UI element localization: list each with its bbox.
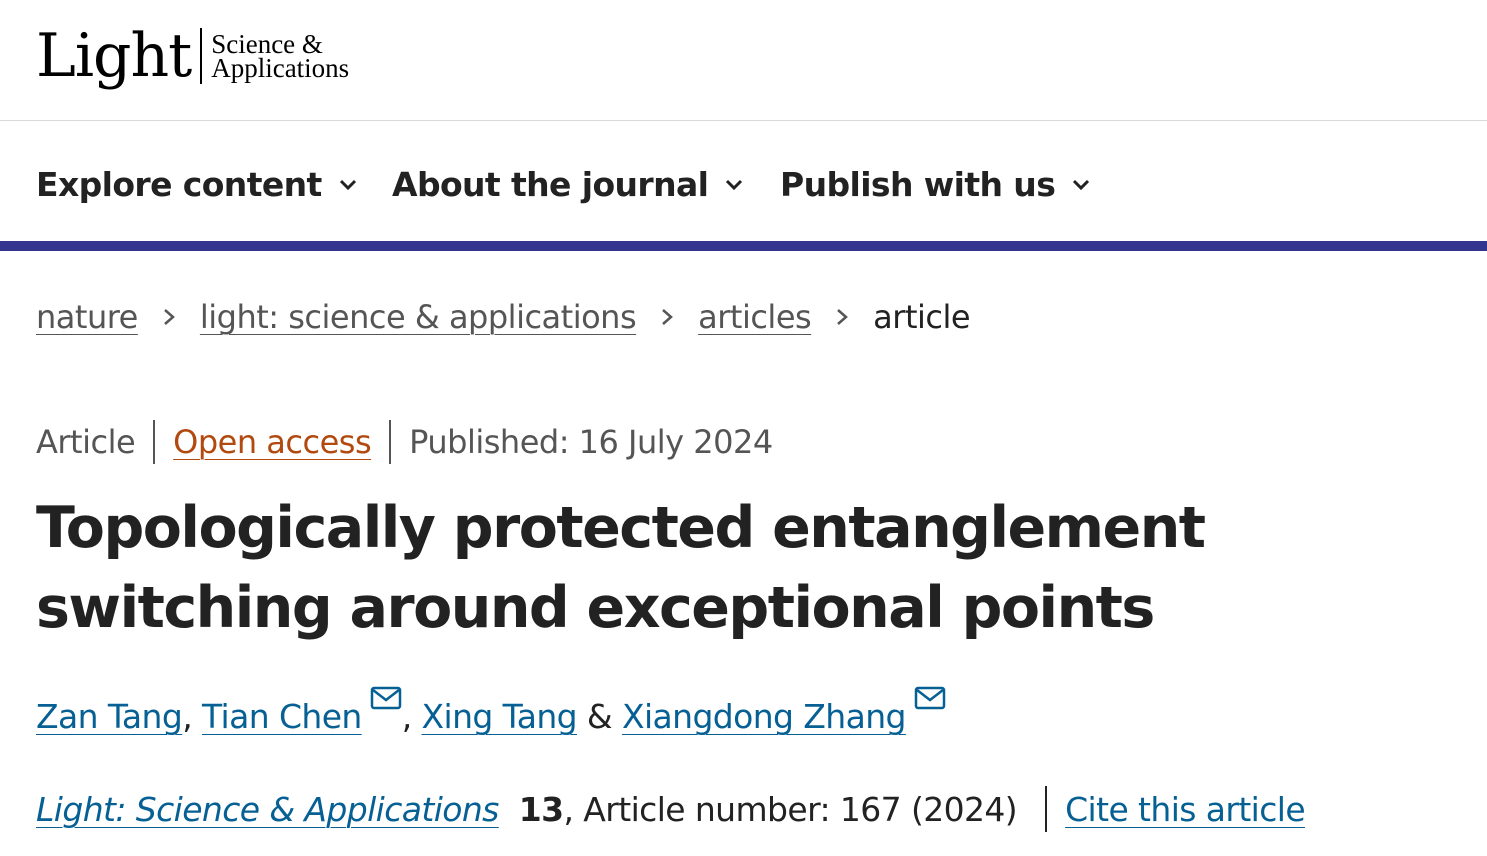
- author-link[interactable]: Tian Chen: [202, 697, 362, 736]
- breadcrumb-current: article: [873, 298, 971, 336]
- author-separator: &: [577, 697, 622, 736]
- nav-item-label: Publish with us: [780, 165, 1056, 204]
- article-meta: Article Open access Published: 16 July 2…: [36, 420, 773, 464]
- article-number: , Article number: 167 (2024): [563, 789, 1018, 829]
- nav-item-label: About the journal: [392, 165, 709, 204]
- nav-about-journal[interactable]: About the journal: [392, 165, 746, 204]
- chevron-down-icon: [726, 179, 743, 190]
- nav-publish-with-us[interactable]: Publish with us: [780, 165, 1093, 204]
- author-link[interactable]: Xiangdong Zhang: [622, 697, 907, 736]
- chevron-right-icon: [837, 309, 849, 325]
- chevron-down-icon: [339, 179, 356, 190]
- citation-divider: [1045, 786, 1048, 832]
- chevron-down-icon: [1073, 179, 1090, 190]
- journal-logo[interactable]: Light Science & Applications: [36, 26, 349, 98]
- logo-subtitle: Science & Applications: [211, 31, 350, 83]
- article-type: Article: [36, 423, 136, 461]
- journal-link[interactable]: Light: Science & Applications: [36, 790, 499, 829]
- logo-sub-line-2: Applications: [211, 53, 350, 83]
- open-access-link[interactable]: Open access: [173, 423, 371, 461]
- breadcrumb: nature light: science & applications art…: [36, 298, 971, 336]
- chevron-right-icon: [164, 309, 175, 325]
- chevron-right-icon: [662, 309, 674, 325]
- meta-divider: [153, 420, 156, 464]
- published-date: Published: 16 July 2024: [409, 423, 773, 461]
- mail-icon[interactable]: [370, 686, 402, 710]
- logo-main-text: Light: [36, 21, 192, 91]
- author-separator: ,: [182, 697, 202, 736]
- mail-icon[interactable]: [914, 686, 946, 710]
- author-separator: ,: [401, 697, 422, 736]
- logo-divider: [200, 28, 203, 84]
- nav-item-label: Explore content: [36, 165, 322, 204]
- main-nav: Explore content About the journal Publis…: [0, 121, 1487, 241]
- meta-divider: [389, 420, 392, 464]
- author-link[interactable]: Xing Tang: [422, 697, 578, 736]
- breadcrumb-link-articles[interactable]: articles: [698, 298, 812, 336]
- cite-this-article-link[interactable]: Cite this article: [1065, 790, 1306, 829]
- author-list: Zan Tang, Tian Chen, Xing Tang & Xiangdo…: [36, 686, 946, 736]
- citation-line: Light: Science & Applications 13, Articl…: [36, 786, 1306, 832]
- volume-number: 13: [518, 789, 564, 829]
- nav-accent-bar: [0, 241, 1487, 251]
- breadcrumb-link-journal[interactable]: light: science & applications: [200, 298, 637, 336]
- author-link[interactable]: Zan Tang: [36, 697, 183, 736]
- article-title: Topologically protected entanglement swi…: [36, 495, 1206, 641]
- breadcrumb-link-nature[interactable]: nature: [36, 298, 138, 336]
- site-header: Light Science & Applications: [0, 0, 1487, 121]
- nav-explore-content[interactable]: Explore content: [36, 165, 360, 204]
